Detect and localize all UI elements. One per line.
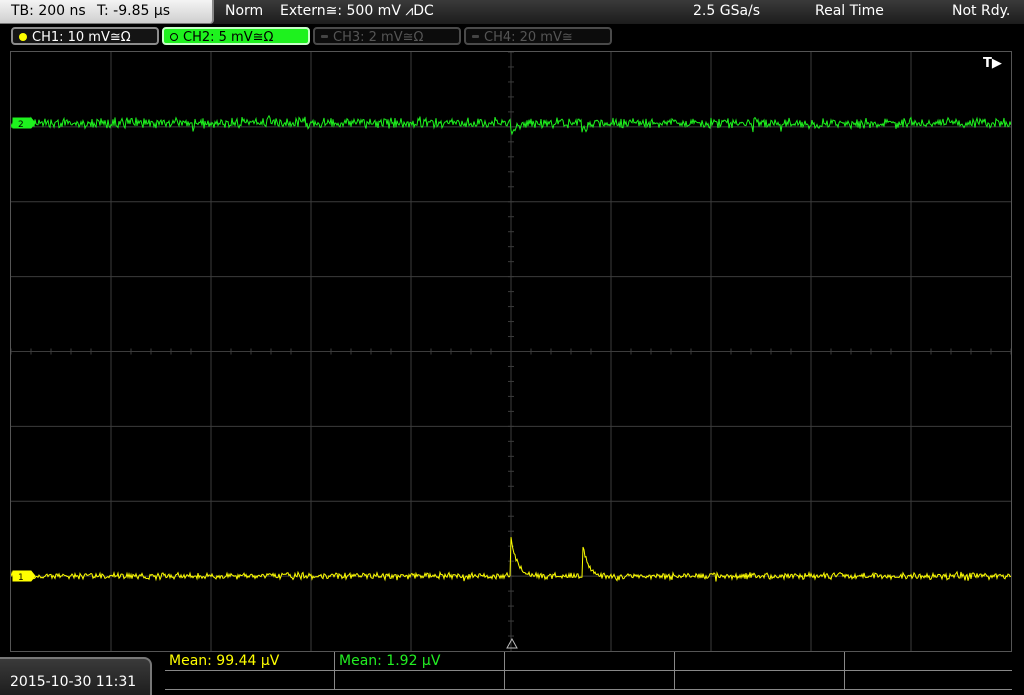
- tab-ch2[interactable]: CH2: 5 mV≅Ω: [162, 27, 310, 45]
- ch3-off-icon: [321, 35, 328, 38]
- waveform-display[interactable]: 2 1 T▶: [10, 51, 1012, 652]
- ch1-offset-marker[interactable]: 1: [12, 570, 36, 583]
- channel-tabs: CH1: 10 mV≅Ω CH2: 5 mV≅Ω CH3: 2 mV≅Ω CH4…: [0, 24, 1024, 50]
- ch4-label: CH4: 20 mV≅: [484, 30, 573, 45]
- measurement-slot[interactable]: [845, 671, 1012, 690]
- sample-rate[interactable]: 2.5 GSa/s: [693, 3, 760, 19]
- measurement-ch2-mean[interactable]: Mean: 1.92 µV: [335, 652, 505, 671]
- ch1-marker-label: 1: [18, 573, 24, 583]
- graticule: [11, 52, 1011, 651]
- measurement-slot[interactable]: [505, 652, 675, 671]
- ch4-off-icon: [472, 35, 479, 38]
- ch1-active-icon: [19, 32, 27, 41]
- ch2-label: CH2: 5 mV≅Ω: [183, 30, 274, 45]
- timebase-box[interactable]: TB: 200 ns T: -9.85 µs: [0, 0, 214, 24]
- measurement-table: Mean: 99.44 µV Mean: 1.92 µV: [165, 652, 1012, 695]
- status-bar: TB: 200 ns T: -9.85 µs Norm Extern≅: 500…: [0, 0, 1024, 24]
- ch2-marker-label: 2: [18, 120, 24, 130]
- datetime-box: 2015-10-30 11:31: [0, 657, 152, 695]
- measurement-slot[interactable]: [165, 671, 335, 690]
- measurement-slot[interactable]: [505, 671, 675, 690]
- trigger-mode[interactable]: Norm: [225, 3, 263, 19]
- datetime: 2015-10-30 11:31: [10, 674, 137, 690]
- tab-ch1[interactable]: CH1: 10 mV≅Ω: [11, 27, 159, 45]
- acquisition-status: Not Rdy.: [952, 3, 1011, 19]
- trigger-source[interactable]: Extern≅: 500 mV ⩘DC: [280, 3, 434, 19]
- trigger-level-marker[interactable]: T▶: [983, 56, 1002, 71]
- trigger-position-icon[interactable]: [506, 637, 518, 649]
- timebase-label: TB: 200 ns: [11, 3, 86, 19]
- measurement-slot[interactable]: [675, 652, 845, 671]
- waveform-canvas: 2 1 T▶: [11, 52, 1011, 651]
- ch2-active-icon: [170, 32, 178, 41]
- ch1-label: CH1: 10 mV≅Ω: [32, 30, 131, 45]
- ch2-offset-marker[interactable]: 2: [12, 117, 36, 130]
- measurement-slot[interactable]: [675, 671, 845, 690]
- measurement-slot[interactable]: [845, 652, 1012, 671]
- measurement-slot[interactable]: [335, 671, 505, 690]
- tab-ch4[interactable]: CH4: 20 mV≅: [464, 27, 612, 45]
- measurement-ch1-mean[interactable]: Mean: 99.44 µV: [165, 652, 335, 671]
- trigger-offset-label: T: -9.85 µs: [97, 3, 171, 19]
- tab-ch3[interactable]: CH3: 2 mV≅Ω: [313, 27, 461, 45]
- acquisition-mode[interactable]: Real Time: [815, 3, 884, 19]
- ch3-label: CH3: 2 mV≅Ω: [333, 30, 424, 45]
